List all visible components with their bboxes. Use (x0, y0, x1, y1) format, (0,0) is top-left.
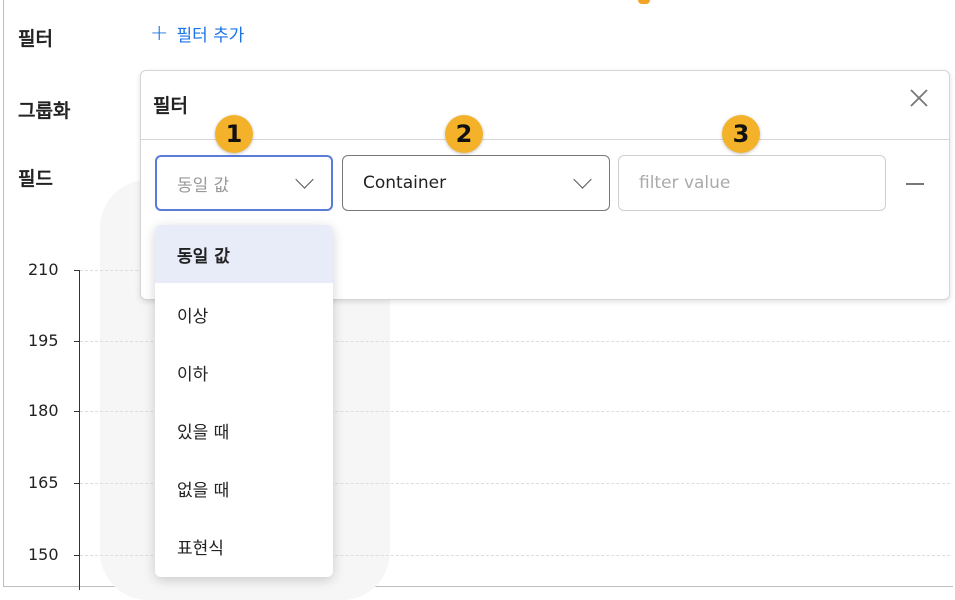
filter-section-label: 필터 (18, 28, 53, 50)
y-axis-line (79, 270, 80, 590)
field-select-value: Container (363, 173, 447, 193)
add-filter-label: 필터 추가 (176, 26, 245, 46)
field-section-label: 필드 (18, 168, 53, 190)
y-tick (74, 411, 79, 412)
operator-option-exists[interactable]: 있을 때 (155, 401, 333, 459)
y-tick (74, 341, 79, 342)
minus-icon[interactable] (906, 183, 924, 185)
operator-option-gte[interactable]: 이상 (155, 285, 333, 343)
operator-select[interactable]: 동일 값 (155, 155, 333, 211)
chevron-down-icon (295, 170, 314, 189)
panel-divider (141, 139, 949, 140)
operator-option-expression[interactable]: 표현식 (155, 517, 333, 575)
group-section-label: 그룹화 (18, 100, 71, 122)
operator-dropdown-menu: 동일 값 이상 이하 있을 때 없을 때 표현식 (155, 225, 333, 577)
chevron-down-icon (573, 170, 592, 189)
add-filter-button[interactable]: + 필터 추가 (150, 21, 244, 46)
y-tick (74, 270, 79, 271)
y-tick-label: 180 (28, 401, 59, 420)
operator-option-not-exists[interactable]: 없을 때 (155, 459, 333, 517)
plus-icon: + (150, 20, 169, 46)
step-badge-2: 2 (445, 115, 483, 153)
operator-option-equal[interactable]: 동일 값 (155, 225, 333, 283)
field-select[interactable]: Container (342, 155, 610, 211)
operator-select-value: 동일 값 (177, 175, 230, 196)
y-tick-label: 210 (28, 260, 59, 279)
y-tick-label: 195 (28, 331, 59, 350)
filter-value-input[interactable]: filter value (618, 155, 886, 211)
operator-option-lte[interactable]: 이하 (155, 343, 333, 401)
step-badge-3: 3 (722, 115, 760, 153)
y-tick-label: 150 (28, 545, 59, 564)
y-tick (74, 555, 79, 556)
step-badge-1: 1 (215, 115, 253, 153)
filter-panel-title: 필터 (153, 95, 188, 117)
close-icon[interactable] (909, 87, 929, 113)
filter-value-placeholder: filter value (639, 173, 731, 193)
y-tick (74, 483, 79, 484)
y-tick-label: 165 (28, 473, 59, 492)
